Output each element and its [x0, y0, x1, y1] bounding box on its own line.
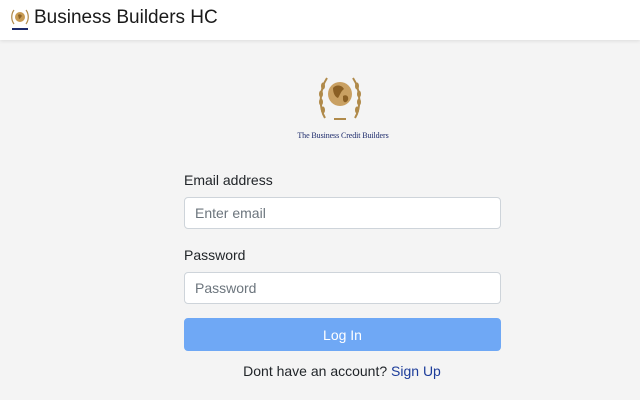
- navbar: Business Builders HC: [0, 0, 640, 40]
- password-field[interactable]: [184, 272, 501, 304]
- globe-laurel-logo-icon[interactable]: [8, 6, 32, 34]
- email-label: Email address: [184, 172, 273, 188]
- signup-prompt-text: Dont have an account?: [243, 363, 388, 379]
- globe-laurel-logo-icon: [319, 77, 361, 120]
- login-button[interactable]: Log In: [184, 318, 501, 351]
- signup-link[interactable]: Sign Up: [391, 363, 441, 379]
- brand-title[interactable]: Business Builders HC: [34, 6, 218, 30]
- signup-prompt-line: Dont have an account? Sign Up: [0, 362, 640, 380]
- password-label: Password: [184, 247, 246, 263]
- logo-caption: The Business Credit Builders: [297, 131, 389, 140]
- email-field[interactable]: [184, 197, 501, 229]
